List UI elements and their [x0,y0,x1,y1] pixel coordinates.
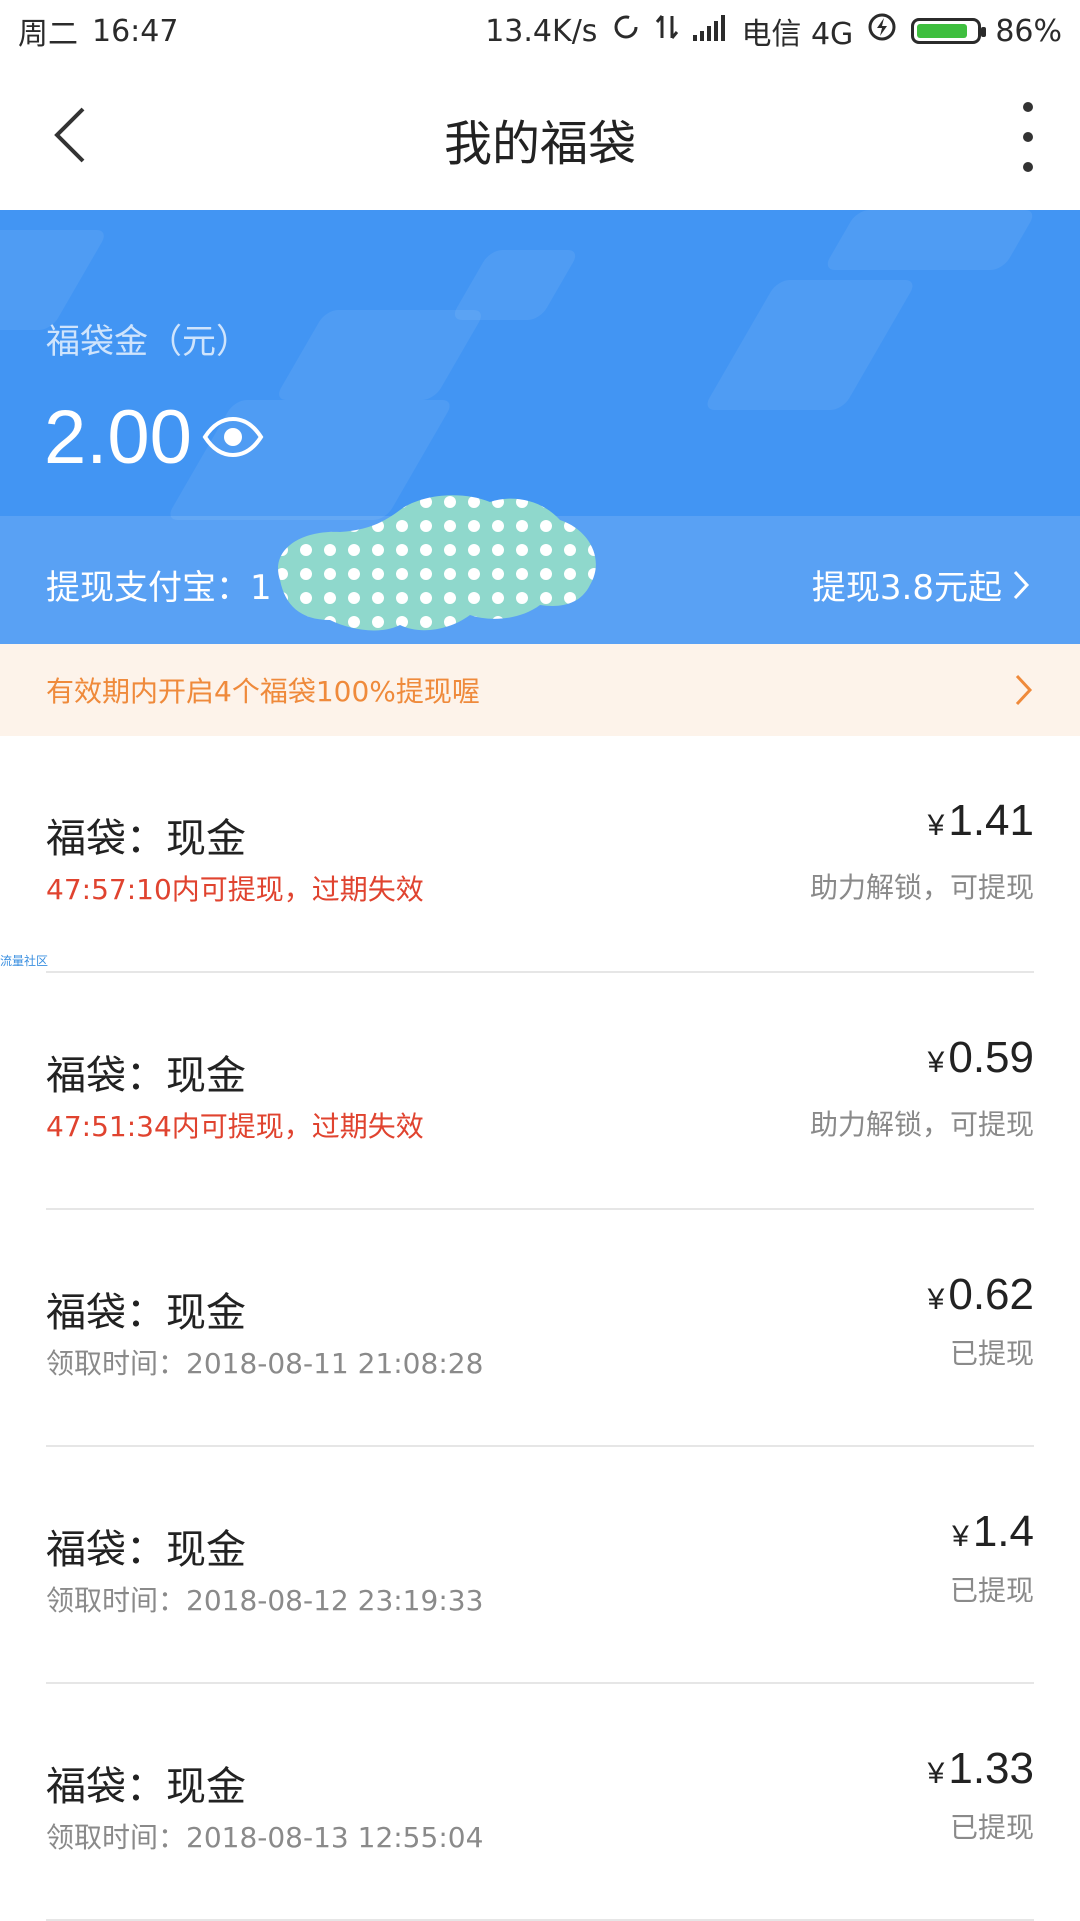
balance-label: 福袋金（元） [46,322,250,362]
currency-symbol: ¥ [927,1046,945,1079]
list-item[interactable]: 福袋：现金 47:57:10内可提现，过期失效 ¥1.41 助力解锁，可提现 [0,736,1080,973]
list-item[interactable]: 福袋：现金 领取时间：2018-08-11 21:08:28 ¥0.62 已提现 [0,1210,1080,1447]
sync-icon [611,12,641,50]
item-subtitle: 领取时间：2018-08-11 21:08:28 [46,1347,484,1380]
item-amount-value: 1.33 [948,1744,1034,1793]
decorative-shape [702,280,918,410]
toggle-visibility-button[interactable] [202,416,264,461]
decorative-shape [449,250,581,320]
battery-percent: 86% [995,13,1062,49]
list-item[interactable]: 福袋：现金 领取时间：2018-08-12 23:19:33 ¥1.4 已提现 [0,1447,1080,1684]
item-title: 福袋：现金 [46,1764,246,1810]
page-title: 我的福袋 [443,116,636,172]
chevron-right-icon [1013,570,1030,599]
currency-symbol: ¥ [927,809,945,842]
eye-icon [202,416,264,458]
item-status: 助力解锁，可提现 [809,871,1034,904]
item-title: 福袋：现金 [46,1053,246,1099]
charging-icon [867,12,897,50]
status-bar: 周二 16:47 13.4K/s 电信 4G 86% [0,0,1080,62]
withdraw-button[interactable]: 提现3.8元起 [812,560,1030,609]
item-title: 福袋：现金 [46,816,246,862]
chevron-right-icon [1015,674,1033,706]
item-amount-value: 1.41 [948,796,1034,845]
item-status: 已提现 [949,1811,1034,1844]
item-amount: ¥1.33 [928,1744,1034,1794]
item-subtitle: 47:57:10内可提现，过期失效 [46,873,424,906]
item-amount: ¥0.59 [928,1033,1034,1083]
currency-symbol: ¥ [927,1283,945,1316]
status-day: 周二 [18,17,78,52]
more-dot-icon [1023,162,1033,172]
list-item[interactable]: 福袋：现金 领取时间：2018-08-13 12:55:04 ¥1.33 已提现 [0,1684,1080,1921]
item-amount: ¥0.62 [928,1270,1034,1320]
item-subtitle: 47:51:34内可提现，过期失效 [46,1110,424,1143]
balance-amount: 2.00 [44,395,192,480]
more-dot-icon [1023,132,1033,142]
carrier-label: 电信 4G [741,17,854,52]
more-menu-button[interactable] [1016,102,1040,172]
network-speed: 13.4K/s [485,13,598,49]
data-transfer-icon [655,12,679,50]
withdraw-label: 提现3.8元起 [811,568,1002,608]
item-subtitle: 领取时间：2018-08-13 12:55:04 [46,1821,484,1854]
item-status: 已提现 [949,1337,1034,1370]
promo-banner[interactable]: 有效期内开启4个福袋100%提现喔 [0,644,1080,736]
bag-list: 福袋：现金 47:57:10内可提现，过期失效 ¥1.41 助力解锁，可提现 福… [0,736,1080,1921]
currency-symbol: ¥ [927,1757,945,1790]
promo-banner-text: 有效期内开启4个福袋100%提现喔 [46,675,480,708]
item-title: 福袋：现金 [46,1290,246,1336]
battery-icon [911,18,987,44]
item-subtitle: 领取时间：2018-08-12 23:19:33 [46,1584,484,1617]
redaction-blob [278,495,596,631]
currency-symbol: ¥ [952,1520,969,1553]
balance-card: 福袋金（元） 2.00 提现支付宝：1 提现3.8元起 [0,210,1080,644]
item-amount-value: 1.4 [972,1507,1034,1556]
signal-icon [693,14,727,49]
decorative-shape [274,310,486,400]
item-amount: ¥1.41 [928,796,1034,846]
watermark-text: 流量社区 [0,954,49,968]
item-amount-value: 0.62 [948,1270,1034,1319]
more-dot-icon [1023,102,1033,112]
item-amount: ¥1.4 [952,1507,1034,1557]
item-status: 已提现 [949,1574,1034,1607]
item-title: 福袋：现金 [46,1527,246,1573]
item-status: 助力解锁，可提现 [809,1108,1034,1141]
withdraw-account: 提现支付宝：1 [46,568,272,608]
list-item[interactable]: 福袋：现金 47:51:34内可提现，过期失效 ¥0.59 助力解锁，可提现 [0,973,1080,1210]
decorative-shape [822,210,1038,270]
nav-bar: 我的福袋 [0,62,1080,210]
status-time: 16:47 [92,13,179,49]
item-amount-value: 0.59 [948,1033,1034,1082]
